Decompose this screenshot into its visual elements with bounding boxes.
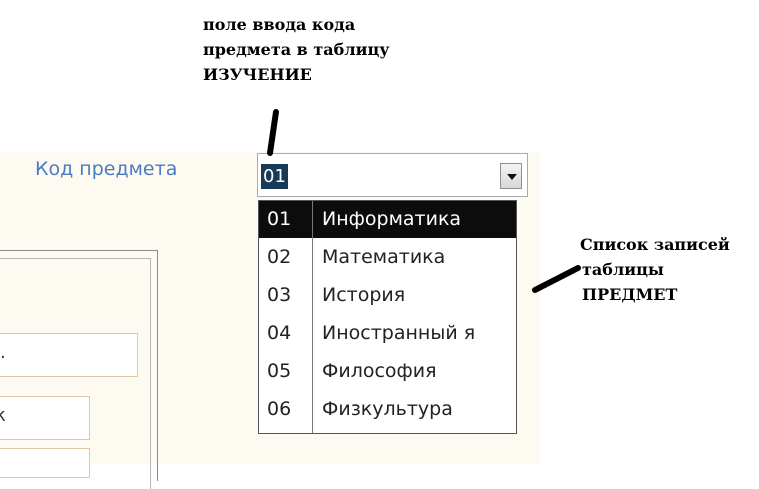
annotation-pointers (267, 109, 581, 293)
pointer-line-input (267, 109, 279, 156)
pointer-line-list (532, 265, 581, 293)
